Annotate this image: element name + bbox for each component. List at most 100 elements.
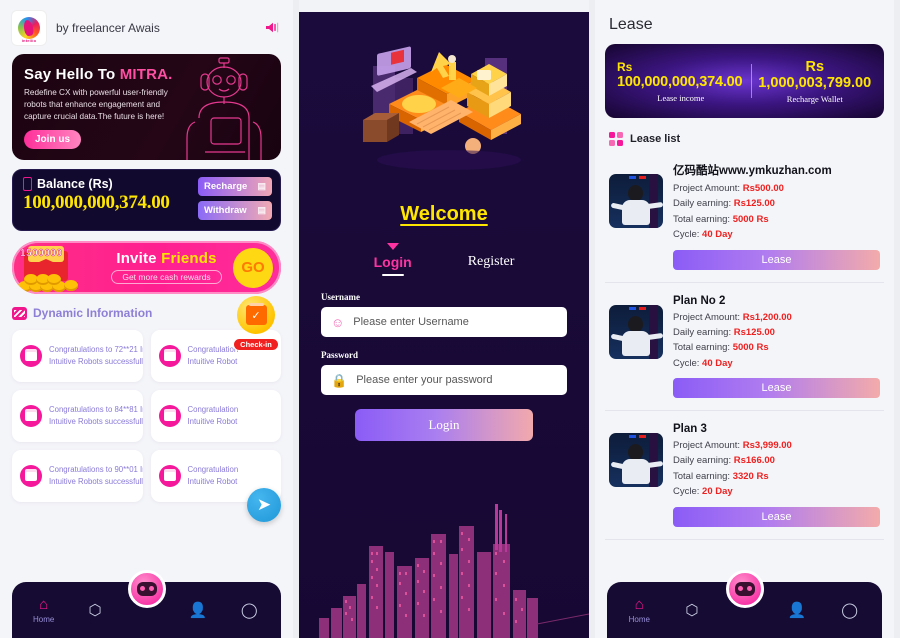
welcome-title: Welcome <box>400 203 488 225</box>
congrats-line2: Intuitive Robots successfully <box>49 477 143 486</box>
lease-button[interactable]: Lease <box>673 506 880 527</box>
cycle-row: Cycle: 20 Day <box>673 486 733 498</box>
lease-income-caption: Lease income <box>657 92 705 103</box>
congratulations-grid: Congratulations to 72**21 Invest Intuitiv… <box>12 330 281 502</box>
join-us-button[interactable]: Join us <box>24 129 82 149</box>
robot-icon[interactable] <box>127 570 166 608</box>
intellio-logo: intellio <box>12 11 46 45</box>
recharge-wallet-amount: Rs 1,000,003,799.00 <box>758 58 872 91</box>
plan-name: 亿码酷站www.ymkuzhan.com <box>673 163 832 177</box>
table-row: Plan No 2 Project Amount: Rs1,200.00 Dai… <box>605 283 884 411</box>
lease-panel: Lease Rs 100,000,000,374.00 Lease income… <box>595 0 894 638</box>
nav-label-home: Home <box>33 614 55 624</box>
cube-icon: ⬡ <box>88 601 102 619</box>
username-label: Username <box>321 292 360 302</box>
nav-item-chat[interactable]: ◯ <box>227 603 271 618</box>
lease-list-title: Lease list <box>630 133 681 145</box>
recharge-button[interactable]: Recharge ▤ <box>198 177 272 196</box>
screenshot-stage: intellio by freelancer Awais Say Hello T… <box>0 0 900 638</box>
nav-item-products[interactable]: ⬡ <box>670 603 714 618</box>
promo-banner[interactable]: Say Hello To MITRA. Redefine CX with pow… <box>12 54 281 160</box>
lease-button[interactable]: Lease <box>673 378 880 398</box>
congrats-line2: Intuitive Robot <box>187 477 238 486</box>
phone-icon <box>23 177 32 191</box>
login-form: Username ☺ Password 🔒 Login <box>299 292 589 441</box>
username-field[interactable]: ☺ <box>321 307 567 337</box>
congrats-line1: Congratulations to 72**21 Invest <box>49 345 143 355</box>
withdraw-button[interactable]: Withdraw ▤ <box>198 201 272 220</box>
wallet-icon <box>20 405 42 427</box>
congrats-line2: Intuitive Robots successfully <box>49 357 143 366</box>
congrats-line1: Congratulation <box>187 465 239 475</box>
username-input[interactable] <box>353 316 557 328</box>
daily-earning-value: Rs125.00 <box>733 326 775 338</box>
lock-icon: 🔒 <box>331 372 348 388</box>
recharge-label: Recharge <box>204 181 248 192</box>
project-amount-value: Rs500.00 <box>742 183 784 194</box>
lease-button[interactable]: Lease <box>673 249 880 270</box>
chat-icon: ◯ <box>240 601 258 619</box>
total-earning-value: 5000 Rs <box>732 213 769 225</box>
daily-earning-row: Daily earning: Rs125.00 <box>673 326 775 338</box>
wallet-icon <box>158 345 181 367</box>
project-amount-row: Project Amount: Rs1,200.00 <box>673 311 792 323</box>
wallet-icon <box>158 465 181 487</box>
nav-item-profile[interactable]: 👤 <box>176 603 220 618</box>
password-label: Password <box>321 350 359 360</box>
list-item[interactable]: Congratulations to 90**01 Invest Intuitiv… <box>12 450 143 502</box>
plan-thumbnail <box>609 433 663 487</box>
recharge-wallet-caption: Recharge Wallet <box>786 93 843 104</box>
tab-login[interactable]: Login <box>374 254 412 276</box>
check-in-button[interactable]: ✓ Check-in <box>231 296 281 352</box>
plan-name: Plan 3 <box>673 423 707 435</box>
withdraw-icon: ▤ <box>257 205 266 215</box>
nav-item-profile[interactable]: 👤 <box>775 603 819 618</box>
plan-name: Plan No 2 <box>673 294 726 307</box>
bottom-navigation: ⌂ Home ⬡ 👤 ◯ <box>12 570 281 638</box>
lease-list-header: Lease list <box>609 132 880 146</box>
user-icon: 👤 <box>188 601 208 619</box>
password-field[interactable]: 🔒 <box>321 365 567 395</box>
total-earning-value: 3320 Rs <box>732 470 769 482</box>
daily-earning-value: Rs166.00 <box>733 455 775 467</box>
nav-label-home: Home <box>628 614 650 624</box>
robot-illustration <box>186 57 262 160</box>
project-amount-row: Project Amount: Rs3,999.00 <box>673 440 792 451</box>
lease-summary-banner: Rs 100,000,000,374.00 Lease income Rs 1,… <box>605 44 884 118</box>
password-input[interactable] <box>356 374 557 386</box>
daily-earning-value: Rs125.00 <box>733 198 775 210</box>
telegram-icon[interactable]: ➤ <box>247 488 281 522</box>
plan-thumbnail <box>609 304 663 359</box>
total-earning-row: Total earning: 5000 Rs <box>673 342 769 354</box>
login-panel: Welcome Login Register Username ☺ Passwo… <box>299 0 589 638</box>
home-panel: intellio by freelancer Awais Say Hello T… <box>0 0 293 638</box>
invite-go-button[interactable]: GO <box>233 247 273 288</box>
lease-income-amount: 100,000,000,374.00 <box>617 73 743 90</box>
congrats-line2: Intuitive Robot <box>187 417 238 426</box>
banner-divider <box>750 64 752 98</box>
invite-friends-banner[interactable]: 1500000 Invite Friends Get more cash rew… <box>12 241 281 294</box>
nav-item-products[interactable]: ⬡ <box>73 603 117 618</box>
tab-register[interactable]: Register <box>468 254 515 276</box>
finance-illustration <box>363 46 521 170</box>
login-submit-button[interactable]: Login <box>355 409 533 441</box>
wallet-icon <box>20 345 42 367</box>
congrats-line1: Congratulations to 90**01 Invest <box>49 465 143 475</box>
invite-subtitle: Get more cash rewards <box>111 270 222 284</box>
balance-card: Balance (Rs) 100,000,000,374.00 Recharge… <box>12 169 281 231</box>
list-item[interactable]: Congratulations to 72**21 Invest Intuitiv… <box>12 330 143 382</box>
list-item[interactable]: Congratulations to 84**81 Invest Intuitiv… <box>12 390 143 442</box>
total-earning-value: 5000 Rs <box>732 342 769 354</box>
speaker-icon[interactable] <box>265 21 281 36</box>
byline-text: by freelancer Awais <box>56 21 160 35</box>
nav-item-chat[interactable]: ◯ <box>828 603 872 618</box>
bottom-navigation: ⌂ Home ⬡ 👤 ◯ <box>607 570 882 638</box>
nav-item-home[interactable]: ⌂ Home <box>22 597 66 624</box>
robot-icon[interactable] <box>725 570 764 608</box>
plan-thumbnail <box>609 174 663 228</box>
nav-item-home[interactable]: ⌂ Home <box>617 597 661 624</box>
project-amount-row: Project Amount: Rs500.00 <box>673 183 784 194</box>
currency-label: Rs <box>617 59 633 74</box>
list-item[interactable]: Congratulation Intuitive Robot <box>150 390 281 442</box>
cycle-value: 20 Day <box>702 486 733 498</box>
